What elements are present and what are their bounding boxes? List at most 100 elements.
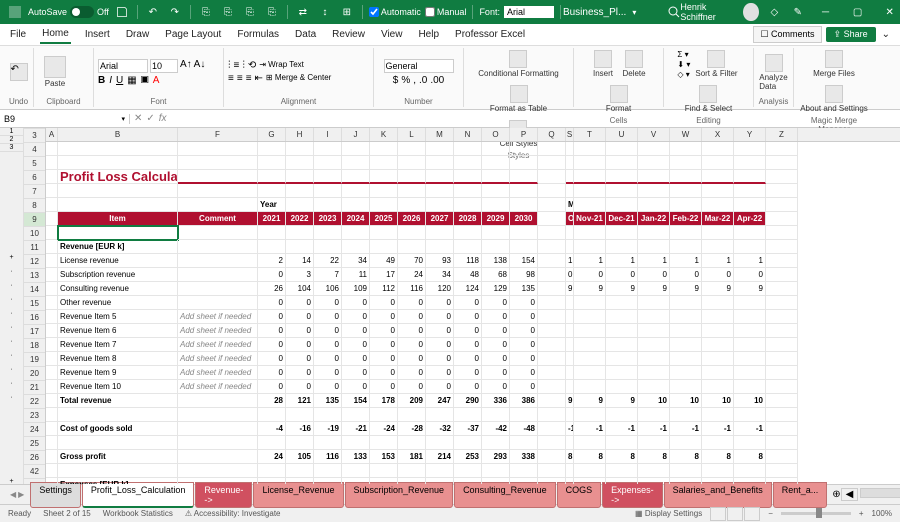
row-header[interactable]: 14 (24, 283, 45, 297)
cell[interactable] (58, 156, 178, 170)
cell[interactable] (538, 142, 566, 156)
cell[interactable] (58, 184, 178, 198)
undo-icon[interactable]: ↶ (144, 3, 162, 21)
cell[interactable] (426, 240, 454, 254)
qat-icon[interactable]: ⎘ (219, 3, 237, 21)
cell[interactable] (670, 156, 702, 170)
cell[interactable] (342, 184, 370, 198)
cell[interactable]: 0 (454, 296, 482, 310)
cell[interactable] (178, 282, 258, 296)
menu-draw[interactable]: Draw (124, 26, 151, 43)
cell[interactable]: 17 (370, 268, 398, 282)
cell[interactable] (766, 226, 798, 240)
cell[interactable]: 2023 (314, 212, 342, 226)
cell[interactable] (734, 324, 766, 338)
cell[interactable]: 0 (286, 310, 314, 324)
cell[interactable] (766, 380, 798, 394)
cell[interactable] (46, 296, 58, 310)
cell[interactable]: 2 (258, 254, 286, 268)
cell[interactable] (178, 170, 258, 184)
cell[interactable]: Gross profit (58, 450, 178, 464)
cell[interactable] (766, 212, 798, 226)
cell[interactable] (46, 324, 58, 338)
cell[interactable] (734, 436, 766, 450)
cell[interactable] (454, 226, 482, 240)
row-header[interactable]: 24 (24, 423, 45, 437)
col-header[interactable]: B (58, 128, 178, 141)
cell[interactable]: 0 (258, 366, 286, 380)
cell[interactable] (574, 198, 606, 212)
cell[interactable]: 0 (370, 296, 398, 310)
menu-home[interactable]: Home (40, 25, 71, 44)
cell[interactable]: 0 (398, 352, 426, 366)
cell[interactable] (510, 478, 538, 484)
cell[interactable] (286, 198, 314, 212)
view-normal-icon[interactable] (710, 507, 726, 521)
cell[interactable] (314, 198, 342, 212)
cell[interactable] (606, 408, 638, 422)
col-header[interactable]: W (670, 128, 702, 141)
outline-toggle[interactable] (0, 208, 23, 222)
cell[interactable] (286, 436, 314, 450)
cell[interactable] (638, 170, 670, 184)
cell[interactable] (46, 338, 58, 352)
row-header[interactable]: 23 (24, 409, 45, 423)
tab-prev-icon[interactable]: ◀ (10, 490, 16, 499)
cell[interactable] (370, 226, 398, 240)
cell[interactable] (670, 464, 702, 478)
cell[interactable] (538, 310, 566, 324)
cell[interactable]: Month (566, 198, 574, 212)
cell[interactable]: 8 (606, 450, 638, 464)
cell[interactable]: 247 (426, 394, 454, 408)
cell[interactable]: 10 (670, 394, 702, 408)
sheet-tab[interactable]: Settings (30, 482, 81, 508)
cell[interactable] (574, 436, 606, 450)
cell[interactable]: 8 (702, 450, 734, 464)
cell[interactable]: 0 (606, 268, 638, 282)
cell[interactable]: 0 (454, 324, 482, 338)
align-bot-icon[interactable]: ⫶ (242, 60, 245, 71)
cell[interactable] (766, 156, 798, 170)
cell[interactable]: Oct-21 (566, 212, 574, 226)
increase-font-icon[interactable]: A↑ (180, 59, 192, 73)
fill-color-button[interactable]: 🞕 (141, 75, 149, 86)
status-workbook-stats[interactable]: Workbook Statistics (103, 509, 173, 518)
cell[interactable] (670, 170, 702, 184)
cell[interactable] (178, 198, 258, 212)
cell[interactable]: 1 (566, 254, 574, 268)
cell[interactable]: 9 (574, 282, 606, 296)
cell[interactable] (538, 226, 566, 240)
col-header[interactable]: K (370, 128, 398, 141)
cell[interactable] (670, 324, 702, 338)
cell[interactable]: 2022 (286, 212, 314, 226)
cell[interactable] (670, 142, 702, 156)
cell[interactable]: 0 (510, 324, 538, 338)
cell[interactable] (638, 198, 670, 212)
cell[interactable]: 0 (574, 268, 606, 282)
cell[interactable] (314, 142, 342, 156)
cell[interactable]: 0 (342, 380, 370, 394)
col-header[interactable]: I (314, 128, 342, 141)
cell[interactable]: 10 (638, 394, 670, 408)
cell[interactable]: 0 (454, 380, 482, 394)
cell[interactable]: 0 (398, 380, 426, 394)
cell[interactable]: 7 (314, 268, 342, 282)
cell[interactable] (58, 198, 178, 212)
cell[interactable] (398, 478, 426, 484)
cell[interactable]: 1 (638, 254, 670, 268)
cell[interactable] (670, 226, 702, 240)
cell[interactable]: 0 (454, 352, 482, 366)
cell[interactable]: Add sheet if needed (178, 380, 258, 394)
align-right-icon[interactable]: ≡ (246, 73, 252, 84)
cell[interactable] (766, 464, 798, 478)
row-header[interactable]: 6 (24, 171, 45, 185)
cell[interactable] (258, 478, 286, 484)
cell[interactable] (606, 436, 638, 450)
cell[interactable] (178, 408, 258, 422)
cell[interactable]: 253 (454, 450, 482, 464)
cell[interactable] (538, 296, 566, 310)
cell[interactable] (258, 156, 286, 170)
cell[interactable] (46, 170, 58, 184)
about-settings-button[interactable]: About and Settings (798, 83, 870, 115)
cell[interactable] (670, 478, 702, 484)
